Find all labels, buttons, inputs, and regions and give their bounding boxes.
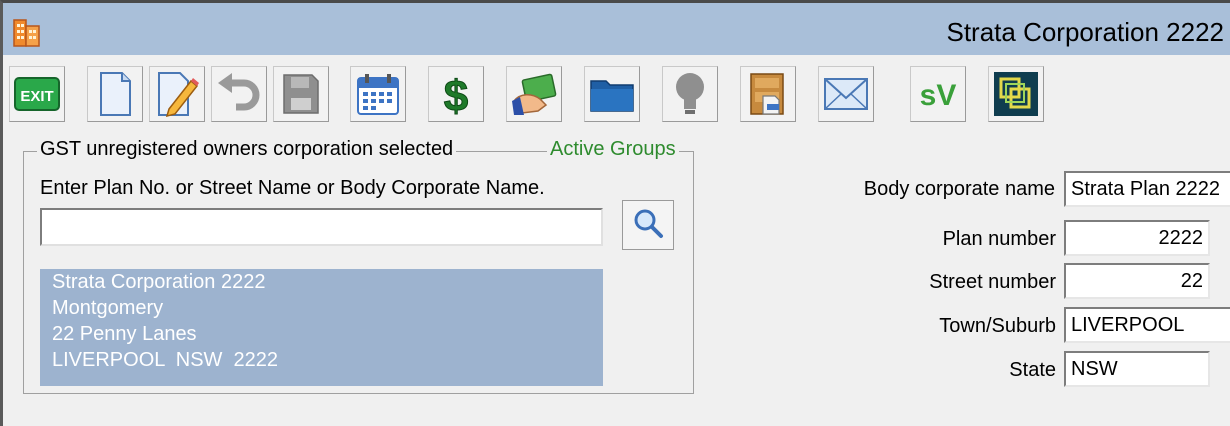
folder-icon [588, 73, 636, 115]
exit-label: EXIT [20, 88, 53, 105]
email-button[interactable] [818, 66, 874, 122]
state-label: State [1009, 359, 1056, 381]
archive-box-icon [745, 70, 791, 118]
calendar-icon [355, 72, 401, 116]
town-suburb-label: Town/Suburb [939, 315, 1056, 337]
town-suburb-field[interactable]: LIVERPOOL [1064, 307, 1230, 343]
magnifier-icon [632, 207, 664, 244]
edit-pencil-icon [155, 71, 199, 117]
hand-money-icon [510, 71, 558, 117]
undo-button[interactable] [211, 66, 267, 122]
main-window: Strata Corporation 2222 EXIT $ sV GST un… [0, 0, 1230, 426]
body-corporate-name-field[interactable]: Strata Plan 2222 [1064, 171, 1230, 207]
title-bar: Strata Corporation 2222 [3, 3, 1230, 55]
exit-button[interactable]: EXIT [9, 66, 65, 122]
body-corporate-name-label: Body corporate name [863, 178, 1055, 200]
gst-status-label: GST unregistered owners corporation sele… [37, 138, 457, 161]
undo-arrow-icon [216, 71, 262, 117]
archive-button[interactable] [740, 66, 796, 122]
exit-icon: EXIT [14, 74, 60, 114]
state-field[interactable]: NSW [1064, 351, 1210, 387]
plan-number-field[interactable]: 2222 [1064, 220, 1210, 256]
envelope-icon [822, 74, 870, 114]
plan-number-label: Plan number [942, 228, 1056, 250]
result-line-street: 22 Penny Lanes [52, 323, 197, 345]
result-line-name: Strata Corporation 2222 [52, 271, 266, 293]
edit-button[interactable] [149, 66, 205, 122]
dollar-icon: $ [436, 69, 476, 120]
save-button[interactable] [273, 66, 329, 122]
toolbar: EXIT $ sV [3, 61, 1230, 127]
calendar-button[interactable] [350, 66, 406, 122]
search-prompt: Enter Plan No. or Street Name or Body Co… [40, 177, 545, 199]
search-input[interactable] [40, 208, 603, 246]
sv-button[interactable]: sV [910, 66, 966, 122]
overlapping-squares-icon [993, 71, 1039, 117]
window-title: Strata Corporation 2222 [946, 17, 1224, 47]
building-icon [12, 16, 44, 48]
result-line-suburb-name: Montgomery [52, 297, 164, 319]
active-groups-link[interactable]: Active Groups [547, 138, 679, 161]
groups-button[interactable] [988, 66, 1044, 122]
search-result-item[interactable]: Strata Corporation 2222 Montgomery 22 Pe… [40, 269, 603, 386]
search-button[interactable] [622, 200, 674, 250]
street-number-field[interactable]: 22 [1064, 263, 1210, 299]
ideas-button[interactable] [662, 66, 718, 122]
floppy-disk-icon [281, 72, 321, 116]
lightbulb-icon [672, 71, 708, 117]
street-number-label: Street number [929, 271, 1056, 293]
sv-check-icon: sV [912, 71, 964, 117]
payment-button[interactable] [506, 66, 562, 122]
result-line-locality: LIVERPOOL NSW 2222 [52, 349, 279, 371]
finance-button[interactable]: $ [428, 66, 484, 122]
folder-button[interactable] [584, 66, 640, 122]
new-document-button[interactable] [87, 66, 143, 122]
sv-label: sV [920, 79, 957, 112]
blank-document-icon [95, 71, 135, 117]
svg-text:$: $ [444, 72, 468, 119]
